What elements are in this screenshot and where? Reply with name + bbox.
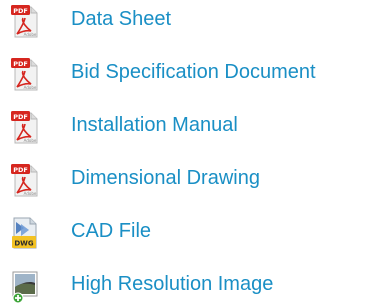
svg-text:Adobe: Adobe — [24, 191, 37, 196]
document-downloads-list: PDF Adobe Data Sheet PDF Adobe Bid Speci… — [0, 0, 369, 307]
dwg-icon: DWG — [9, 216, 41, 250]
svg-text:Adobe: Adobe — [24, 138, 37, 143]
doc-label: High Resolution Image — [71, 273, 274, 295]
svg-text:Adobe: Adobe — [24, 32, 37, 37]
doc-label: Data Sheet — [71, 8, 172, 30]
svg-text:PDF: PDF — [13, 113, 28, 121]
svg-text:PDF: PDF — [13, 166, 28, 174]
pdf-icon: PDF Adobe — [9, 110, 41, 144]
doc-label: CAD File — [71, 220, 152, 242]
download-dimensional-drawing-link[interactable]: PDF Adobe Dimensional Drawing — [0, 159, 369, 199]
download-installation-manual-link[interactable]: PDF Adobe Installation Manual — [0, 106, 369, 146]
download-bid-specification-link[interactable]: PDF Adobe Bid Specification Document — [0, 53, 369, 93]
doc-label: Bid Specification Document — [71, 61, 316, 83]
svg-text:Adobe: Adobe — [24, 85, 37, 90]
doc-label: Dimensional Drawing — [71, 167, 260, 189]
svg-text:DWG: DWG — [14, 240, 34, 248]
download-data-sheet-link[interactable]: PDF Adobe Data Sheet — [0, 0, 369, 40]
pdf-icon: PDF Adobe — [9, 163, 41, 197]
svg-text:PDF: PDF — [13, 60, 28, 68]
doc-label: Installation Manual — [71, 114, 238, 136]
download-high-resolution-image-link[interactable]: High Resolution Image — [0, 265, 369, 305]
pdf-icon: PDF Adobe — [9, 57, 41, 91]
download-cad-file-link[interactable]: DWG CAD File — [0, 212, 369, 252]
image-download-icon — [9, 269, 41, 303]
svg-text:PDF: PDF — [13, 7, 28, 15]
pdf-icon: PDF Adobe — [9, 4, 41, 38]
